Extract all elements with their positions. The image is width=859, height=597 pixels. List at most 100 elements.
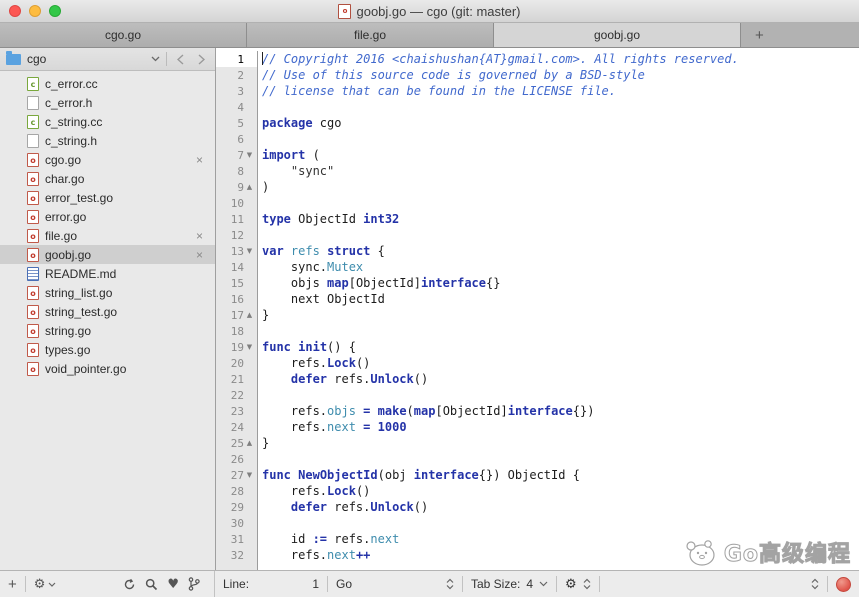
fold-down-icon[interactable]: ▼ — [244, 343, 255, 351]
file-row-error.go[interactable]: error.go — [0, 207, 215, 226]
code-line-4[interactable] — [258, 99, 859, 115]
file-row-cgo.go[interactable]: cgo.go × — [0, 150, 215, 169]
fold-up-icon[interactable]: ▲ — [244, 439, 255, 447]
code-line-20[interactable]: refs.Lock() — [258, 355, 859, 371]
tab-goobj.go[interactable]: goobj.go — [494, 23, 741, 47]
statusbar-divider — [827, 576, 828, 592]
file-row-types.go[interactable]: types.go — [0, 340, 215, 359]
code-line-8[interactable]: "sync" — [258, 163, 859, 179]
code-line-10[interactable] — [258, 195, 859, 211]
go-file-icon — [27, 342, 39, 357]
cc-file-icon — [27, 114, 39, 129]
chevron-down-icon[interactable] — [151, 56, 160, 62]
file-row-c_string.h[interactable]: c_string.h — [0, 131, 215, 150]
cc-file-icon — [27, 76, 39, 91]
code-line-6[interactable] — [258, 131, 859, 147]
go-file-icon — [27, 285, 39, 300]
line-number-27: 27 ▼ — [216, 467, 258, 483]
file-row-c_error.h[interactable]: c_error.h — [0, 93, 215, 112]
line-number-24: 24 — [216, 419, 258, 435]
code-line-2[interactable]: // Use of this source code is governed b… — [258, 67, 859, 83]
code-line-25[interactable]: } — [258, 435, 859, 451]
reload-icon[interactable] — [123, 578, 136, 591]
file-row-goobj.go[interactable]: goobj.go × — [0, 245, 215, 264]
tab-bar-rest: + — [741, 23, 859, 47]
symbol-stepper[interactable] — [803, 571, 827, 597]
record-macro-button[interactable] — [836, 576, 851, 592]
code-line-18[interactable] — [258, 323, 859, 339]
file-name: void_pointer.go — [45, 361, 127, 376]
code-line-11[interactable]: type ObjectId int32 — [258, 211, 859, 227]
file-row-README.md[interactable]: README.md — [0, 264, 215, 283]
close-file-button[interactable]: × — [196, 153, 215, 167]
code-line-26[interactable] — [258, 451, 859, 467]
code-editor[interactable]: 1// Copyright 2016 <chaishushan{AT}gmail… — [216, 48, 859, 570]
close-file-button[interactable]: × — [196, 248, 215, 262]
git-branch-icon[interactable] — [188, 577, 200, 591]
tab-file.go[interactable]: file.go — [247, 23, 494, 47]
actions-menu-button[interactable]: ⚙ — [26, 577, 65, 592]
file-row-string_list.go[interactable]: string_list.go — [0, 283, 215, 302]
search-icon[interactable] — [145, 578, 158, 591]
code-line-19[interactable]: func init() { — [258, 339, 859, 355]
code-line-14[interactable]: sync.Mutex — [258, 259, 859, 275]
settings-menu-button[interactable]: ⚙ — [557, 571, 599, 597]
line-number-10: 10 — [216, 195, 258, 211]
code-line-22[interactable] — [258, 387, 859, 403]
forward-button[interactable] — [194, 53, 209, 65]
code-line-31[interactable]: id := refs.next — [258, 531, 859, 547]
code-line-1[interactable]: // Copyright 2016 <chaishushan{AT}gmail.… — [258, 51, 859, 67]
add-file-button[interactable]: + — [0, 576, 25, 593]
code-line-7[interactable]: import ( — [258, 147, 859, 163]
file-row-void_pointer.go[interactable]: void_pointer.go — [0, 359, 215, 378]
code-line-12[interactable] — [258, 227, 859, 243]
line-number-30: 30 — [216, 515, 258, 531]
fold-down-icon[interactable]: ▼ — [244, 471, 255, 479]
gutter-filler — [216, 563, 258, 570]
code-line-32[interactable]: refs.next++ — [258, 547, 859, 563]
tab-cgo.go[interactable]: cgo.go — [0, 23, 247, 47]
file-row-c_string.cc[interactable]: c_string.cc — [0, 112, 215, 131]
code-line-16[interactable]: next ObjectId — [258, 291, 859, 307]
code-line-29[interactable]: defer refs.Unlock() — [258, 499, 859, 515]
fold-down-icon[interactable]: ▼ — [244, 151, 255, 159]
tab-size-selector[interactable]: Tab Size: 4 — [463, 571, 556, 597]
code-line-17[interactable]: } — [258, 307, 859, 323]
goto-line-control[interactable]: Line: 1 — [215, 571, 327, 597]
file-row-file.go[interactable]: file.go × — [0, 226, 215, 245]
code-line-21[interactable]: defer refs.Unlock() — [258, 371, 859, 387]
code-line-9[interactable]: ) — [258, 179, 859, 195]
zoom-window-button[interactable] — [49, 5, 61, 17]
go-file-icon — [27, 361, 39, 376]
code-line-3[interactable]: // license that can be found in the LICE… — [258, 83, 859, 99]
favorites-heart-icon[interactable]: ♥ — [167, 577, 179, 592]
new-tab-button[interactable]: + — [755, 27, 775, 44]
updown-stepper-icon — [583, 578, 591, 590]
project-folder-name[interactable]: cgo — [27, 52, 145, 66]
line-number-23: 23 — [216, 403, 258, 419]
code-line-24[interactable]: refs.next = 1000 — [258, 419, 859, 435]
fold-up-icon[interactable]: ▲ — [244, 311, 255, 319]
back-button[interactable] — [173, 53, 188, 65]
fold-down-icon[interactable]: ▼ — [244, 247, 255, 255]
language-selector[interactable]: Go — [328, 571, 462, 597]
code-line-23[interactable]: refs.objs = make(map[ObjectId]interface{… — [258, 403, 859, 419]
code-line-5[interactable]: package cgo — [258, 115, 859, 131]
code-line-13[interactable]: var refs struct { — [258, 243, 859, 259]
line-number-3: 3 — [216, 83, 258, 99]
code-line-30[interactable] — [258, 515, 859, 531]
file-row-error_test.go[interactable]: error_test.go — [0, 188, 215, 207]
line-number-11: 11 — [216, 211, 258, 227]
close-file-button[interactable]: × — [196, 229, 215, 243]
code-line-27[interactable]: func NewObjectId(obj interface{}) Object… — [258, 467, 859, 483]
file-row-c_error.cc[interactable]: c_error.cc — [0, 74, 215, 93]
file-row-string_test.go[interactable]: string_test.go — [0, 302, 215, 321]
close-window-button[interactable] — [9, 5, 21, 17]
fold-up-icon[interactable]: ▲ — [244, 183, 255, 191]
tabs-container: cgo.go file.go goobj.go — [0, 23, 741, 47]
file-row-char.go[interactable]: char.go — [0, 169, 215, 188]
minimize-window-button[interactable] — [29, 5, 41, 17]
code-line-28[interactable]: refs.Lock() — [258, 483, 859, 499]
file-row-string.go[interactable]: string.go — [0, 321, 215, 340]
code-line-15[interactable]: objs map[ObjectId]interface{} — [258, 275, 859, 291]
